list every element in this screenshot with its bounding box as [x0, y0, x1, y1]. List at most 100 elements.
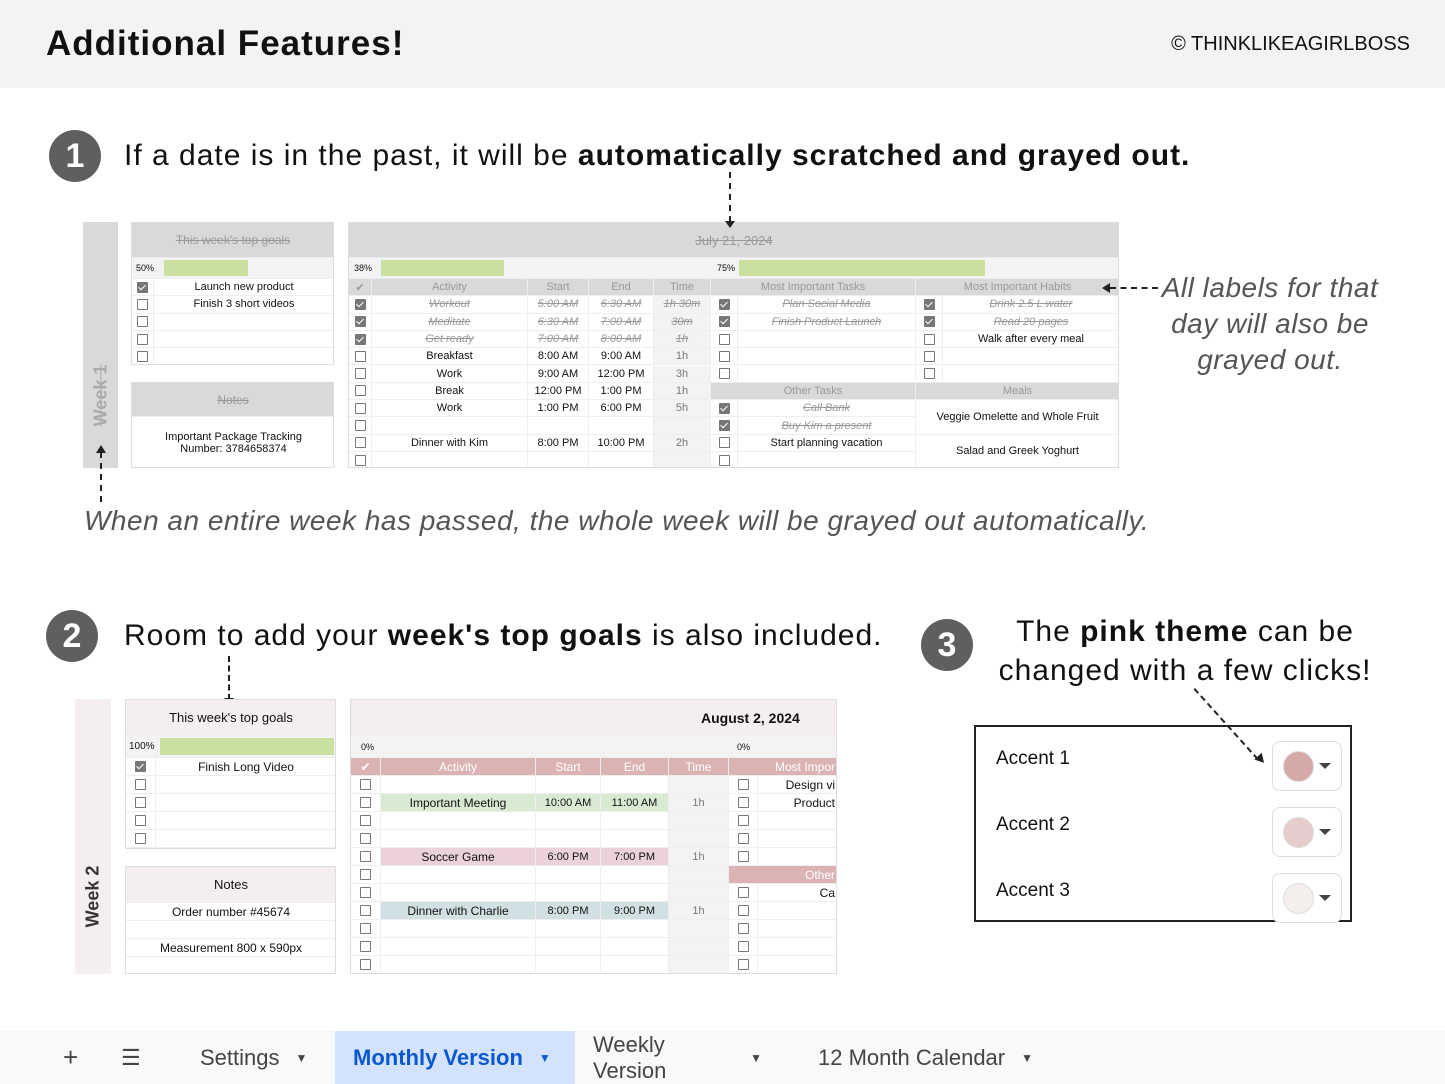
checkbox[interactable] [360, 779, 371, 790]
checkbox[interactable] [137, 298, 148, 310]
checkbox[interactable] [135, 797, 146, 808]
col-check-header: ✔ [349, 279, 372, 297]
checkbox[interactable] [737, 905, 749, 916]
checkbox[interactable] [718, 333, 730, 345]
checkbox[interactable] [737, 923, 749, 934]
checkbox[interactable] [135, 761, 146, 772]
checkbox[interactable] [354, 368, 366, 380]
checkbox[interactable] [737, 797, 749, 808]
checkbox[interactable] [354, 402, 366, 414]
checkbox[interactable] [737, 887, 749, 898]
other-task-item [758, 920, 836, 938]
checkbox[interactable] [923, 316, 935, 328]
sheet-tab-12-month-calendar[interactable]: 12 Month Calendar ▼ [800, 1031, 1060, 1084]
checkbox[interactable] [360, 887, 371, 898]
accent-color-picker[interactable] [1272, 741, 1342, 791]
checkbox[interactable] [354, 420, 366, 432]
checkbox[interactable] [718, 437, 730, 449]
checkbox[interactable] [737, 815, 749, 826]
checkbox[interactable] [354, 437, 366, 449]
sheet-tab-monthly-version[interactable]: Monthly Version ▼ [335, 1031, 575, 1084]
start-cell: 8:00 PM [528, 434, 589, 452]
checkbox[interactable] [737, 833, 749, 844]
checkbox[interactable] [360, 833, 371, 844]
schedule-check-cell [351, 902, 381, 920]
checkbox[interactable] [360, 869, 371, 880]
checkbox[interactable] [718, 454, 730, 466]
start-cell: 12:00 PM [528, 382, 589, 401]
checkbox[interactable] [718, 420, 730, 432]
checkbox[interactable] [923, 350, 935, 362]
sheet-tab-weekly-version[interactable]: Weekly Version ▼ [575, 1031, 780, 1084]
checkbox[interactable] [135, 815, 146, 826]
checkbox[interactable] [360, 815, 371, 826]
dropdown-arrow-icon: ▼ [1021, 1050, 1034, 1065]
checkbox[interactable] [718, 402, 730, 414]
heading-text: can be [1248, 615, 1354, 648]
step-3-badge: 3 [921, 619, 973, 671]
checkbox[interactable] [718, 350, 730, 362]
checkbox[interactable] [360, 923, 371, 934]
checkbox[interactable] [360, 797, 371, 808]
checkbox[interactable] [737, 779, 749, 790]
checkbox[interactable] [360, 851, 371, 862]
checkbox[interactable] [737, 941, 749, 952]
other-task-item [758, 956, 836, 973]
schedule-check-cell [349, 313, 372, 331]
accent-color-picker[interactable] [1272, 873, 1342, 923]
habit-check-cell [916, 348, 943, 366]
checkbox[interactable] [360, 905, 371, 916]
checkbox[interactable] [923, 368, 935, 380]
time-cell: 1h [669, 794, 729, 812]
heading-text: is also included. [642, 619, 883, 652]
checkbox[interactable] [923, 298, 935, 310]
checkbox[interactable] [135, 779, 146, 790]
section-1-heading: If a date is in the past, it will be aut… [124, 139, 1190, 173]
checkbox[interactable] [137, 316, 148, 328]
time-cell: 1h [654, 330, 711, 349]
checkbox[interactable] [923, 333, 935, 345]
time-cell [669, 830, 729, 848]
col-time-header: Time [654, 279, 711, 297]
checkbox[interactable] [354, 298, 366, 310]
start-cell: 8:00 AM [528, 348, 589, 366]
tasks-progress-text: 0% [737, 742, 751, 752]
sheet-tab-settings[interactable]: Settings ▼ [182, 1031, 335, 1084]
mit-item [738, 348, 916, 366]
mit-item: Plan Social Media [738, 296, 916, 314]
other-task-item: Buy Kim a present [738, 417, 916, 435]
day-table: July 21, 2024 38% 75% ✔ Activity Start End Time… [348, 222, 1119, 468]
time-cell: 1h 30m [654, 296, 711, 314]
checkbox[interactable] [354, 333, 366, 345]
checkbox[interactable] [135, 833, 146, 844]
start-cell [536, 956, 601, 973]
checkbox[interactable] [354, 454, 366, 466]
day-progress-row [351, 736, 836, 758]
goal-checkbox-cell [132, 313, 154, 331]
checkbox[interactable] [137, 281, 148, 293]
note-line: Order number #45674 [126, 903, 335, 921]
checkbox[interactable] [137, 350, 148, 362]
all-sheets-menu-icon[interactable]: ☰ [103, 1031, 159, 1084]
accent-color-picker[interactable] [1272, 807, 1342, 857]
add-sheet-button[interactable]: + [45, 1031, 96, 1084]
checkbox[interactable] [737, 851, 749, 862]
checkbox[interactable] [718, 316, 730, 328]
checkbox[interactable] [718, 368, 730, 380]
tasks-progress-text: 75% [717, 263, 736, 273]
checkbox[interactable] [137, 333, 148, 345]
checkbox[interactable] [718, 298, 730, 310]
start-cell: 6:30 AM [528, 313, 589, 331]
checkbox[interactable] [737, 959, 749, 970]
checkbox[interactable] [360, 959, 371, 970]
mit-check-cell [729, 848, 758, 866]
checkbox[interactable] [360, 941, 371, 952]
dropdown-arrow-icon: ▼ [750, 1050, 762, 1065]
checkbox[interactable] [354, 385, 366, 397]
time-cell [669, 938, 729, 956]
day-table: August 2, 2024 0% 0% ✔ Activity Start End Time M… [350, 699, 837, 974]
schedule-check-cell [351, 812, 381, 830]
section-3-heading: The pink theme can be changed with a few… [995, 612, 1375, 690]
checkbox[interactable] [354, 316, 366, 328]
checkbox[interactable] [354, 350, 366, 362]
